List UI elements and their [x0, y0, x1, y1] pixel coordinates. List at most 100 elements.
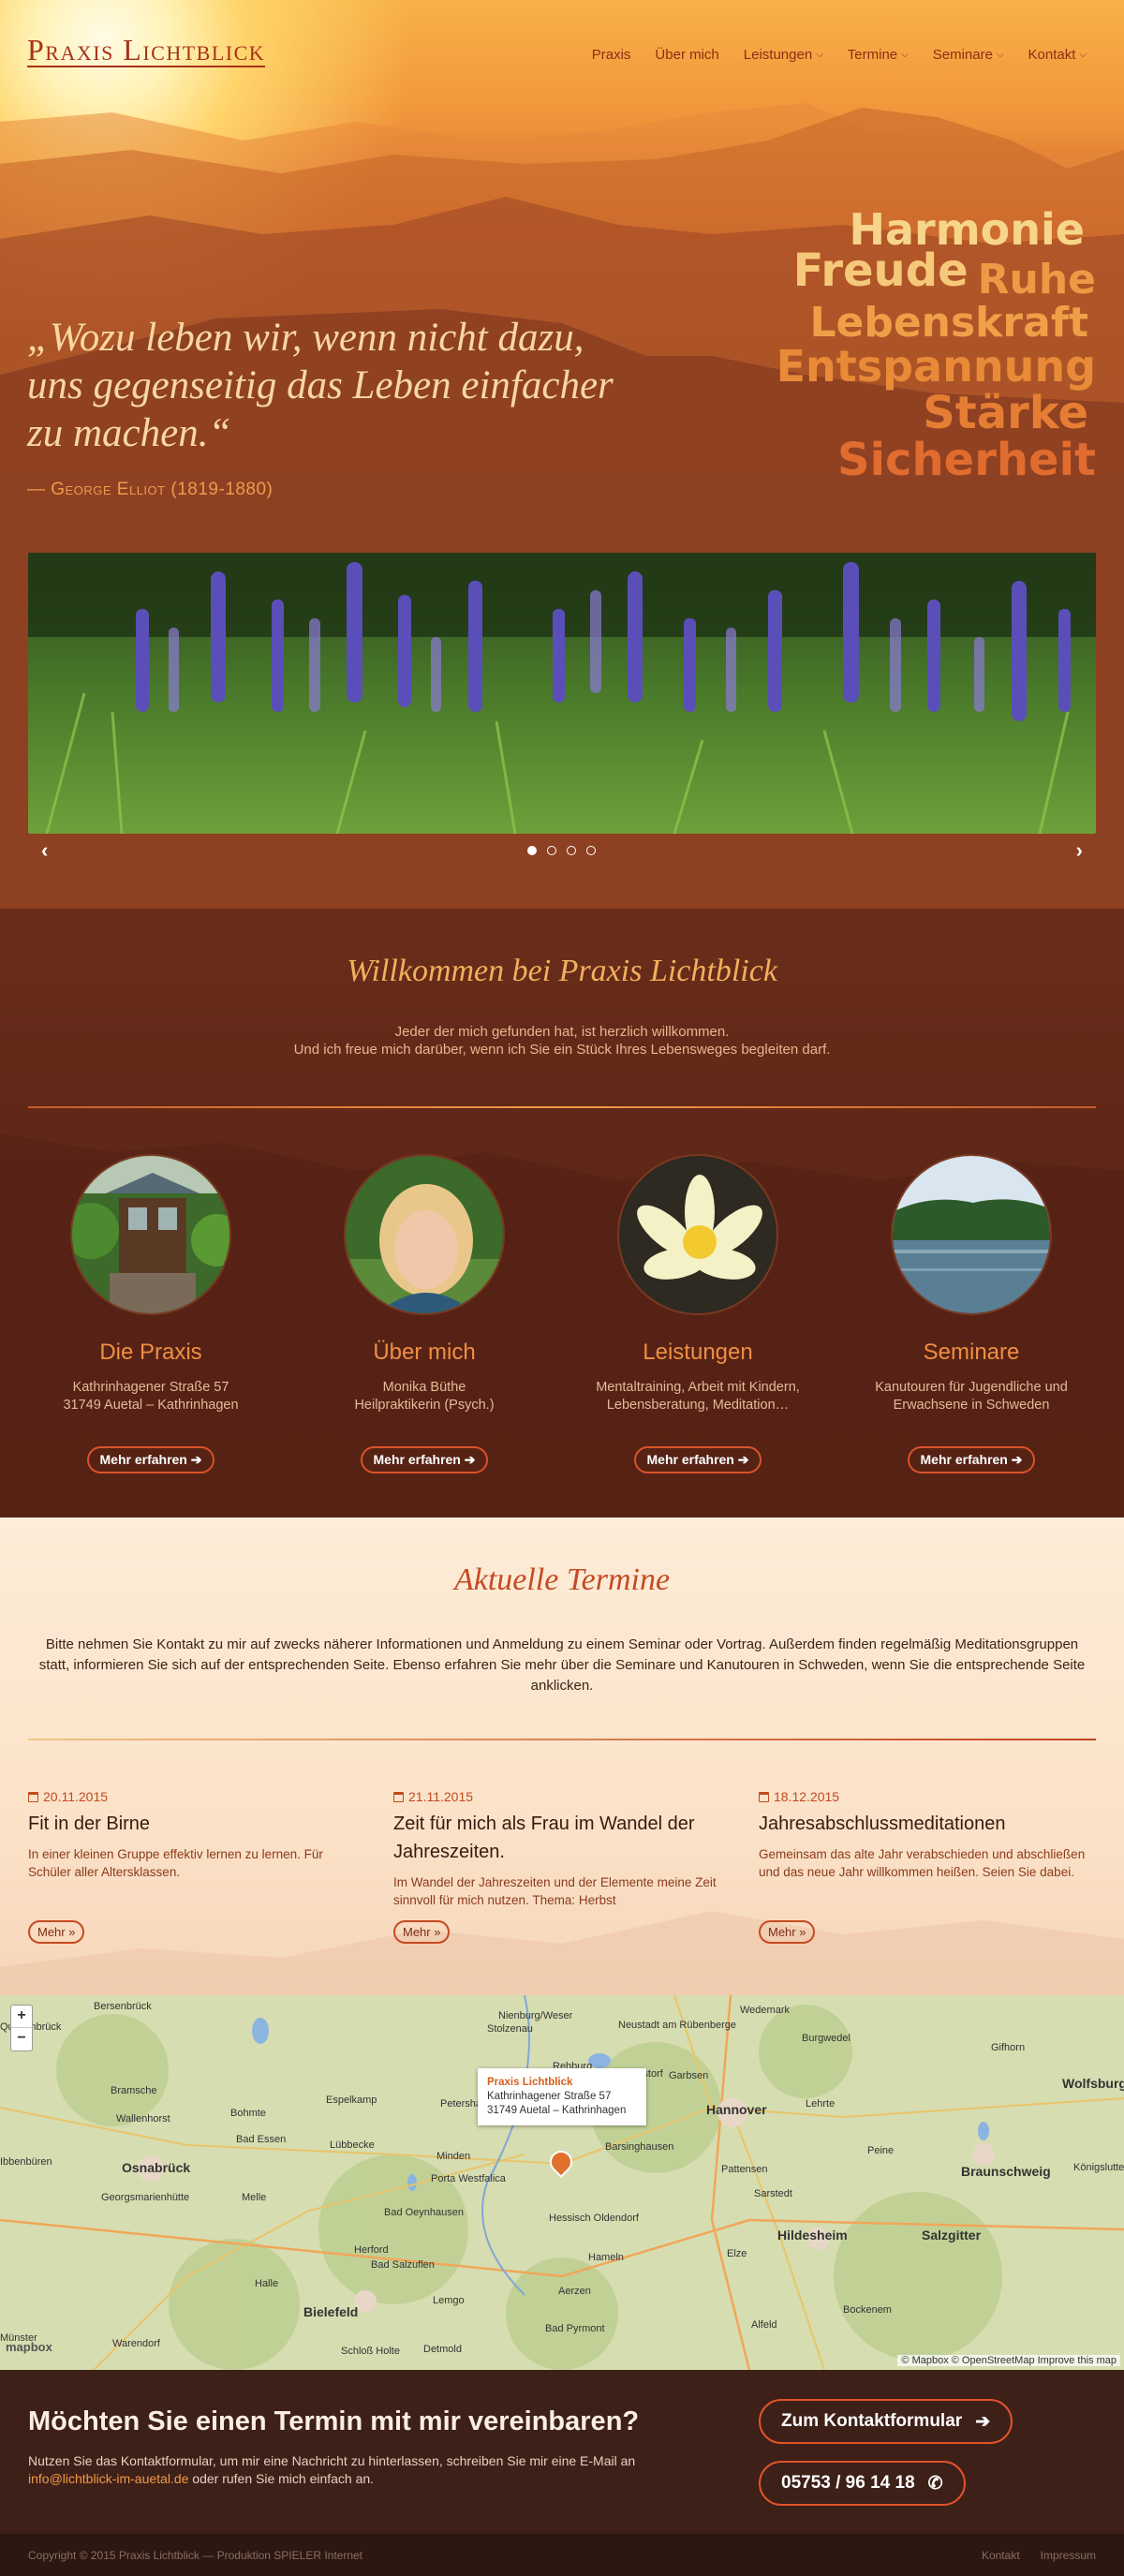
slider-dot[interactable]: [567, 846, 576, 855]
map-popup: Praxis Lichtblick Kathrinhagener Straße …: [478, 2068, 646, 2125]
nav-label: Termine: [847, 47, 898, 63]
location-map[interactable]: [0, 1995, 1124, 2370]
mehr-erfahren-button[interactable]: Mehr erfahren ➔: [360, 1446, 489, 1473]
welcome-line: Jeder der mich gefunden hat, ist herzlic…: [394, 1024, 730, 1040]
card-text: Monika Büthe Heilpraktikerin (Psych.): [298, 1379, 551, 1416]
card-title[interactable]: Seminare: [845, 1340, 1098, 1366]
popup-title: Praxis Lichtblick: [487, 2077, 573, 2088]
nav-termine[interactable]: Termine ⌵: [848, 47, 909, 63]
map-label: Hildesheim: [777, 2228, 848, 2243]
event-title[interactable]: Zeit für mich als Frau im Wandel der Jah…: [393, 1810, 731, 1866]
nav-ueber-mich[interactable]: Über mich: [655, 47, 718, 63]
slider-prev-arrow[interactable]: ‹: [41, 838, 48, 863]
zoom-out-button[interactable]: −: [11, 2028, 32, 2050]
map-label: Lemgo: [433, 2295, 465, 2306]
nav-praxis[interactable]: Praxis: [592, 47, 631, 63]
zoom-in-button[interactable]: +: [11, 2006, 32, 2028]
button-label: Zum Kontaktformular: [781, 2411, 963, 2431]
phone-button[interactable]: 05753 / 96 14 18 ✆: [759, 2461, 966, 2506]
button-label: Mehr erfahren: [920, 1452, 1008, 1467]
contact-form-button[interactable]: Zum Kontaktformular ➔: [759, 2399, 1013, 2444]
event-text: In einer kleinen Gruppe effektiv lernen …: [28, 1847, 323, 1879]
mehr-button[interactable]: Mehr »: [393, 1920, 451, 1944]
map-label: Neustadt am Rübenberge: [618, 2020, 736, 2031]
nav-kontakt[interactable]: Kontakt ⌵: [1028, 47, 1087, 63]
map-label: Ibbenbüren: [0, 2156, 52, 2168]
map-label: Stolzenau: [487, 2023, 533, 2035]
map-label: Burgwedel: [802, 2033, 850, 2044]
map-label: Georgsmarienhütte: [101, 2192, 190, 2203]
map-zoom-control: + −: [10, 2005, 33, 2051]
email-link[interactable]: info@lichtblick-im-auetal.de: [28, 2471, 188, 2486]
map-label: Schloß Holte: [341, 2346, 400, 2357]
divider: [28, 1106, 1096, 1108]
event-date: 20.11.2015: [28, 1789, 365, 1804]
site-logo[interactable]: Praxis Lichtblick: [27, 34, 266, 67]
card-ueber-mich: Über mich Monika Büthe Heilpraktikerin (P…: [298, 1154, 551, 1473]
waterlily-photo[interactable]: [617, 1154, 778, 1315]
event-title[interactable]: Jahresabschlussmeditationen: [759, 1810, 1096, 1838]
mapbox-logo[interactable]: mapbox: [6, 2340, 52, 2354]
card-text: Kanutouren für Jugendliche und Erwachsene…: [845, 1379, 1098, 1416]
nav-seminare[interactable]: Seminare ⌵: [933, 47, 1004, 63]
map-label: Elze: [727, 2248, 747, 2259]
map-label: Hannover: [706, 2102, 767, 2117]
lake-photo[interactable]: [891, 1154, 1052, 1315]
chevron-down-icon: ⌵: [901, 50, 909, 60]
map-label: Porta Westfalica: [431, 2173, 506, 2184]
slider-dot[interactable]: [586, 846, 596, 855]
mehr-button[interactable]: Mehr »: [28, 1920, 85, 1944]
slider-dot[interactable]: [527, 846, 537, 855]
card-title[interactable]: Leistungen: [571, 1340, 824, 1366]
mehr-erfahren-button[interactable]: Mehr erfahren ➔: [86, 1446, 215, 1473]
event-item: 21.11.2015 Zeit für mich als Frau im Wan…: [393, 1789, 731, 1909]
praxis-photo[interactable]: [70, 1154, 231, 1315]
map-label: Braunschweig: [961, 2164, 1051, 2179]
nav-label: Über mich: [655, 47, 719, 63]
mehr-erfahren-button[interactable]: Mehr erfahren ➔: [633, 1446, 762, 1473]
arrow-right-icon: ➔: [737, 1452, 749, 1467]
quote-author: — George Elliot (1819-1880): [27, 480, 274, 499]
main-nav: Praxis Über mich Leistungen ⌵ Termine ⌵ Se…: [592, 47, 1087, 63]
mehr-button[interactable]: Mehr »: [759, 1920, 816, 1944]
footer-link-impressum[interactable]: Impressum: [1041, 2549, 1096, 2562]
card-title[interactable]: Die Praxis: [24, 1340, 277, 1366]
map-label: Bramsche: [111, 2085, 157, 2096]
map-label: Bersenbrück: [94, 2001, 152, 2012]
slider-dot[interactable]: [547, 846, 556, 855]
card-line: Mentaltraining, Arbeit mit Kindern,: [596, 1380, 800, 1395]
calendar-icon: [759, 1791, 769, 1802]
card-seminare: Seminare Kanutouren für Jugendliche und E…: [845, 1154, 1098, 1473]
event-title[interactable]: Fit in der Birne: [28, 1810, 365, 1838]
button-label: 05753 / 96 14 18: [781, 2473, 915, 2493]
welcome-text: Jeder der mich gefunden hat, ist herzlic…: [0, 1023, 1124, 1059]
welcome-line: Und ich freue mich darüber, wenn ich Sie…: [293, 1042, 831, 1058]
date-text: 18.12.2015: [774, 1789, 840, 1804]
footer-links: Kontakt Impressum: [982, 2549, 1096, 2562]
footer-link-kontakt[interactable]: Kontakt: [982, 2549, 1020, 2562]
termine-title: Aktuelle Termine: [453, 1562, 671, 1597]
word-sicherheit: Sicherheit: [837, 434, 1096, 486]
map-label: Hameln: [588, 2252, 624, 2263]
map-label: Bielefeld: [303, 2304, 359, 2319]
mehr-erfahren-button[interactable]: Mehr erfahren ➔: [907, 1446, 1036, 1473]
map-attribution[interactable]: © Mapbox © OpenStreetMap Improve this ma…: [897, 2355, 1120, 2366]
slider-next-arrow[interactable]: ›: [1076, 838, 1083, 863]
calendar-icon: [28, 1791, 38, 1802]
nav-label: Kontakt: [1028, 47, 1076, 63]
cta-text: Nutzen Sie das Kontaktformular, um mir e…: [28, 2452, 702, 2488]
image-slider[interactable]: [28, 553, 1096, 834]
card-line: Kathrinhagener Straße 57: [72, 1380, 229, 1395]
portrait-photo[interactable]: [344, 1154, 505, 1315]
map-label: Alfeld: [751, 2319, 777, 2331]
card-leistungen: Leistungen Mentaltraining, Arbeit mit Ki…: [571, 1154, 824, 1473]
map-label: Pattensen: [721, 2164, 768, 2175]
map-label: Garbsen: [669, 2070, 709, 2081]
map-label: Minden: [436, 2151, 471, 2162]
cta-text-part: oder rufen Sie mich einfach an.: [192, 2471, 375, 2486]
card-title[interactable]: Über mich: [298, 1340, 551, 1366]
nav-leistungen[interactable]: Leistungen ⌵: [744, 47, 823, 63]
map-label: Bad Pyrmont: [545, 2323, 605, 2334]
map-label: Bohmte: [230, 2108, 266, 2119]
word-freude: Freude: [792, 244, 969, 297]
